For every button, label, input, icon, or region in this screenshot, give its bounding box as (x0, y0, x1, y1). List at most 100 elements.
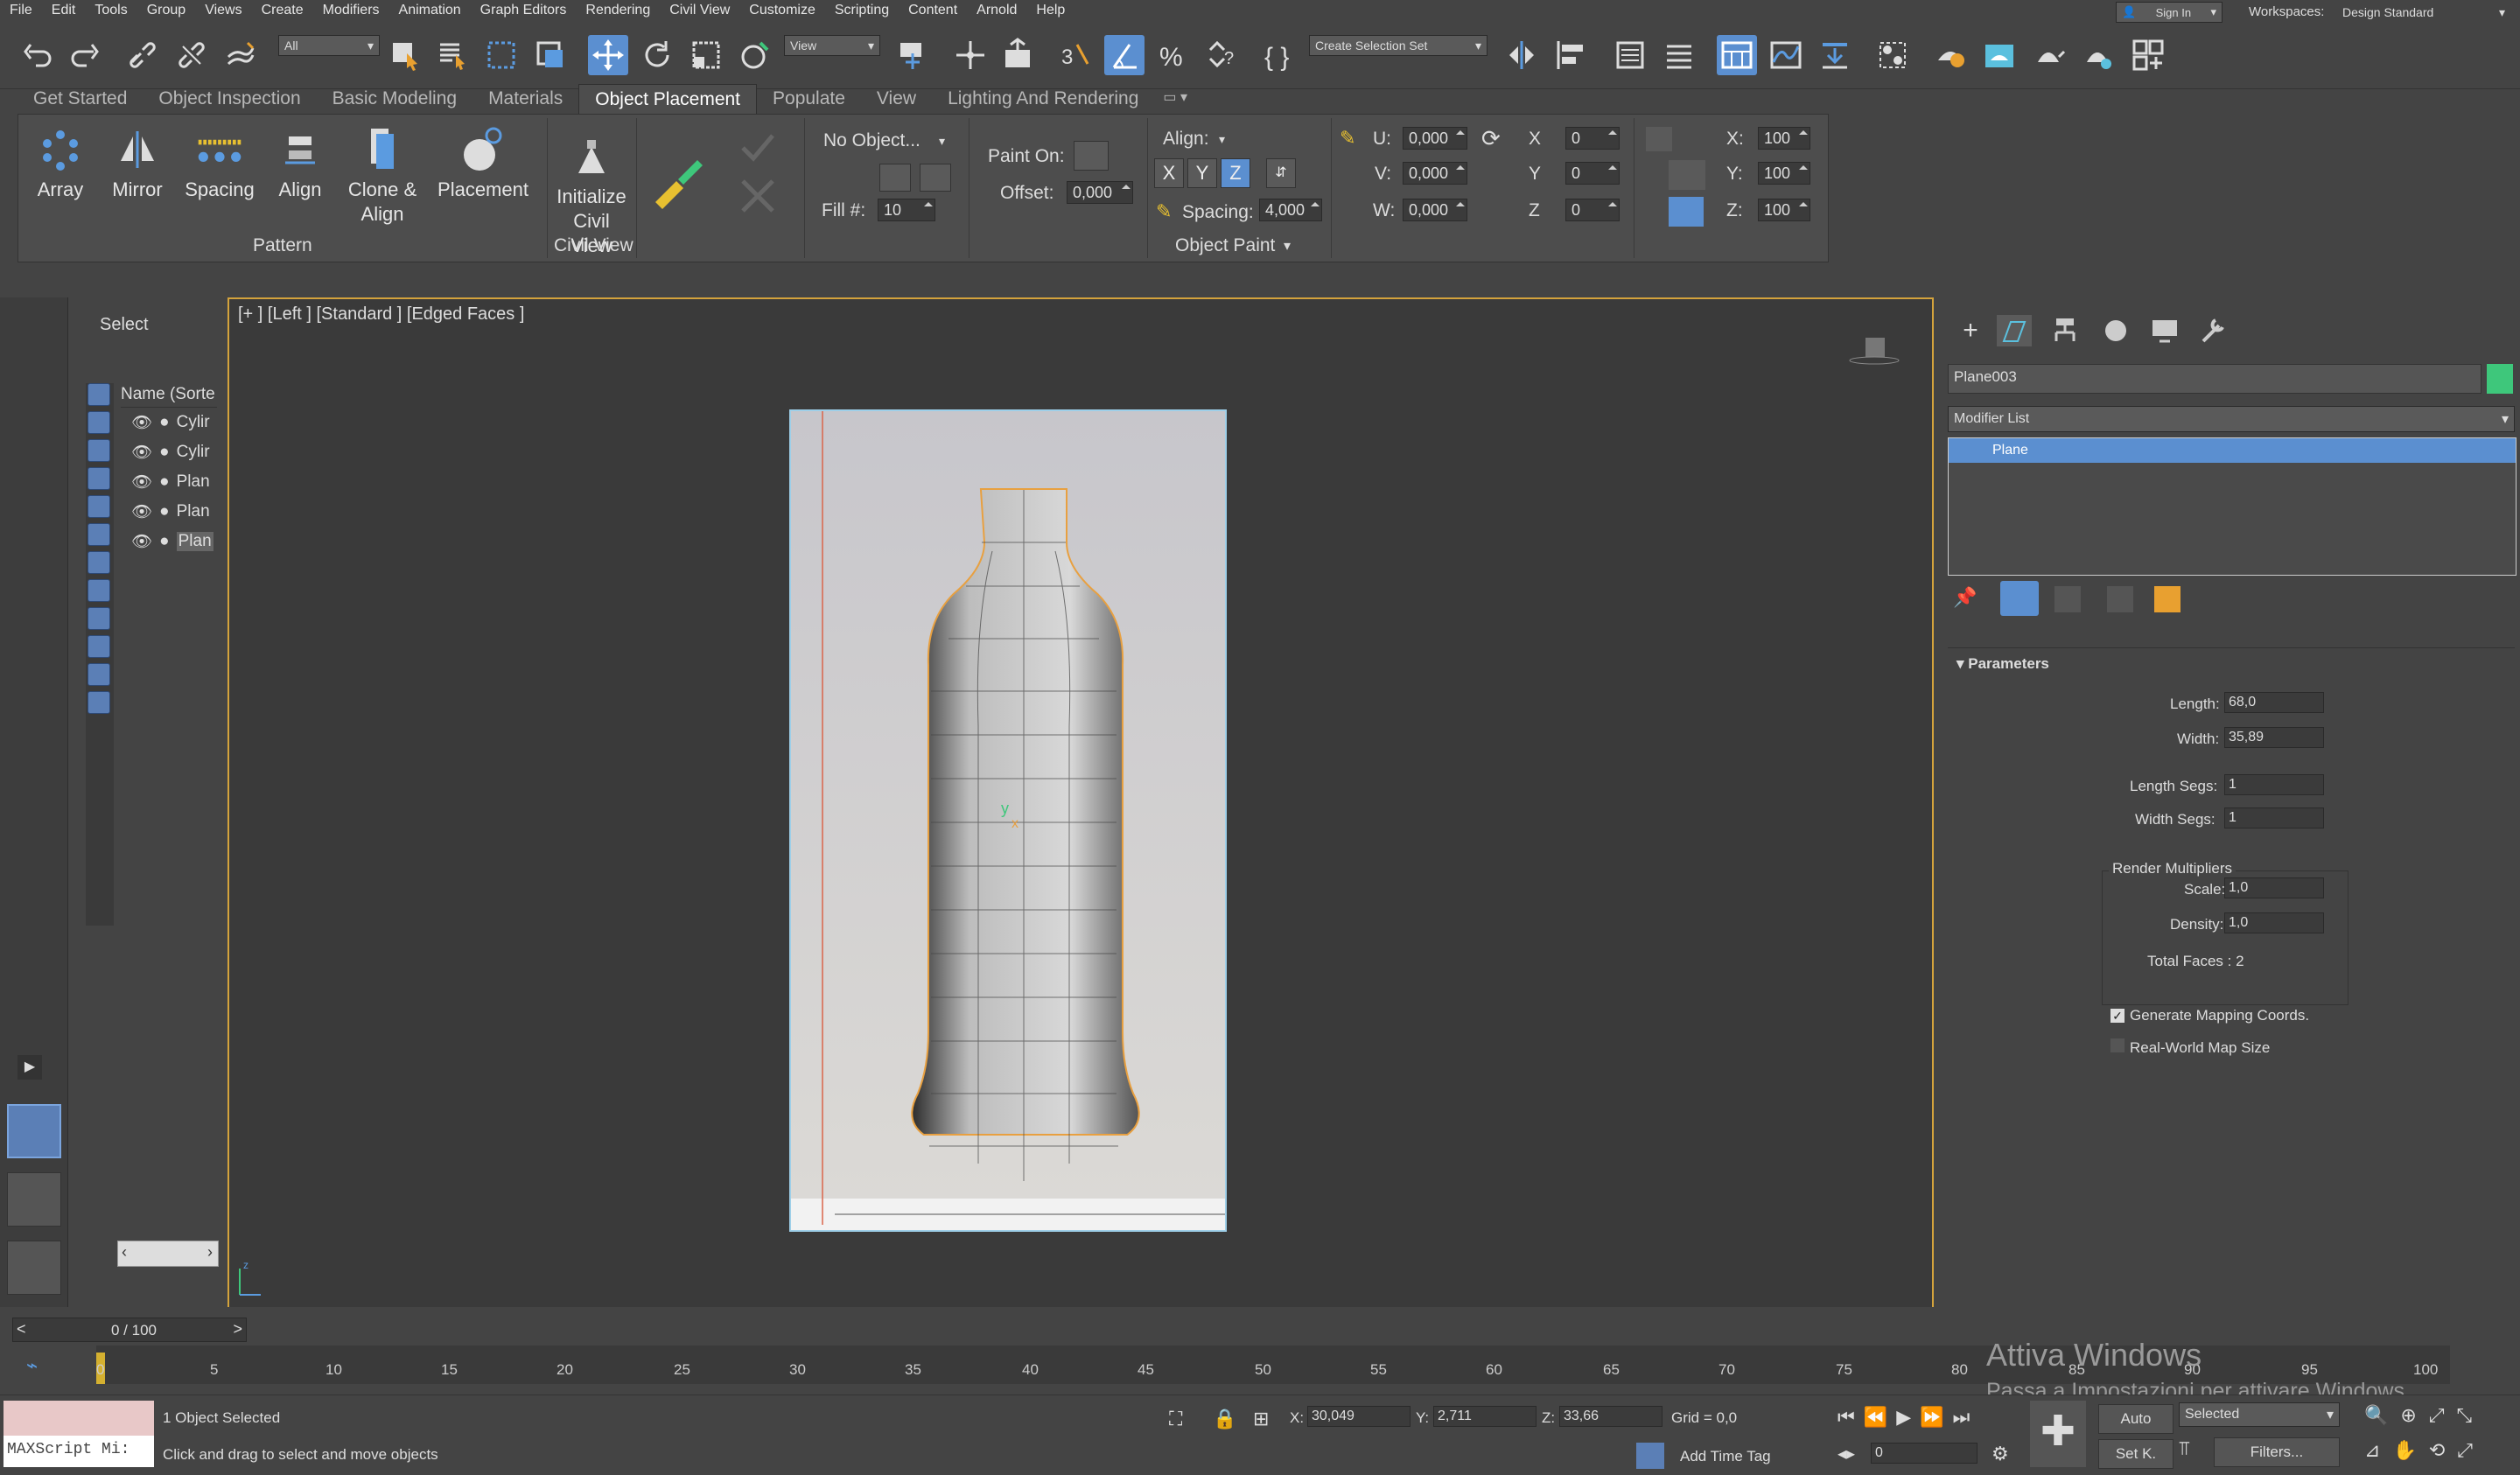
isolate-selection-icon[interactable]: ⛶ (1169, 1408, 1182, 1430)
length-segs-spinner[interactable]: 1 (2224, 774, 2324, 795)
align-ribbon-button[interactable]: Align (272, 125, 328, 202)
menu-rendering[interactable]: Rendering (576, 3, 660, 18)
named-selection-set-dropdown[interactable]: Create Selection Set ▾ (1309, 35, 1488, 56)
tab-get-started[interactable]: Get Started (18, 84, 143, 114)
eye-icon[interactable]: 👁 (131, 472, 152, 493)
display-groups-icon[interactable] (88, 551, 110, 574)
scale-uniform-button[interactable] (1669, 197, 1704, 227)
edit-named-selection-button[interactable]: { } (1260, 35, 1300, 75)
scale-y-spinner[interactable]: 100 (1758, 162, 1810, 185)
length-spinner[interactable]: 68,0 (2224, 692, 2324, 713)
rotate-button[interactable] (637, 35, 677, 75)
menu-views[interactable]: Views (195, 3, 251, 18)
select-manipulate-button[interactable] (950, 35, 990, 75)
menu-civil-view[interactable]: Civil View (660, 3, 739, 18)
scene-row[interactable]: 👁 ● Plan (131, 469, 210, 495)
parameters-rollout-header[interactable]: ▾ Parameters (1956, 655, 2049, 673)
y-coord-field[interactable]: 2,711 (1433, 1406, 1536, 1427)
scene-select-menu[interactable]: Select (100, 315, 149, 335)
tab-populate[interactable]: Populate (757, 84, 861, 114)
scene-horizontal-scrollbar[interactable]: ‹ › (117, 1241, 219, 1267)
field-of-view-icon[interactable]: ⊿ (2364, 1439, 2392, 1461)
key-mode-icon[interactable]: ◂▸ (1838, 1443, 1855, 1465)
eye-icon[interactable]: 👁 (131, 442, 152, 463)
x-coord-field[interactable]: 30,049 (1307, 1406, 1410, 1427)
scene-explorer-toggle[interactable] (1610, 35, 1650, 75)
play-icon[interactable]: ▶ (1896, 1406, 1920, 1428)
display-containers-icon[interactable] (88, 635, 110, 658)
display-lights-icon[interactable] (88, 439, 110, 462)
ribbon-toggle[interactable] (1717, 35, 1757, 75)
bind-spacewarp-button[interactable] (220, 35, 261, 75)
move-button[interactable] (588, 35, 628, 75)
percent-snap-button[interactable]: % (1153, 35, 1194, 75)
menu-graph-editors[interactable]: Graph Editors (471, 3, 577, 18)
absolute-mode-icon[interactable]: ⊞ (1253, 1408, 1269, 1430)
placement-button[interactable]: Placement (435, 125, 531, 202)
orbit-icon[interactable]: ⟲ (2429, 1439, 2457, 1461)
key-filters-toggle-icon[interactable]: ⫪ (2179, 1437, 2189, 1460)
undo-button[interactable] (18, 35, 58, 75)
reference-image-plane[interactable]: y x (789, 409, 1227, 1232)
scale-distribute-dropdown[interactable] (1669, 160, 1705, 190)
prev-frame-icon[interactable]: ⏪ (1864, 1406, 1896, 1428)
select-object-button[interactable] (385, 35, 425, 75)
maxscript-listener-top[interactable] (4, 1401, 154, 1436)
select-by-name-button[interactable] (432, 35, 472, 75)
pan-hand-icon[interactable]: ✋ (2392, 1439, 2428, 1461)
add-time-tag-button[interactable]: Add Time Tag (1680, 1448, 1771, 1465)
modifier-list-dropdown[interactable]: Modifier List ▾ (1948, 406, 2515, 432)
arnold-button[interactable] (2128, 35, 2168, 75)
w-spinner[interactable]: 0,000 (1403, 199, 1467, 221)
display-spacewarps-icon[interactable] (88, 523, 110, 546)
workspace-dropdown[interactable]: Design Standard ▾ (2336, 2, 2511, 23)
scale-z-spinner[interactable]: 100 (1758, 199, 1810, 221)
time-slider-next[interactable]: > (233, 1320, 242, 1339)
current-frame-field[interactable]: 0 (1871, 1443, 1978, 1464)
align-y-button[interactable]: Y (1187, 158, 1217, 188)
paint-on-dropdown[interactable] (1074, 141, 1109, 171)
display-helpers-icon[interactable] (88, 495, 110, 518)
eye-icon[interactable]: 👁 (131, 501, 152, 522)
menu-file[interactable]: File (0, 3, 42, 18)
density-spinner[interactable]: 1,0 (2224, 912, 2324, 933)
key-filters-button[interactable]: Filters... (2214, 1437, 2340, 1467)
scene-row[interactable]: 👁 ● Cylir (131, 409, 210, 436)
selection-lock-icon[interactable]: 🔒 (1213, 1408, 1236, 1430)
menu-group[interactable]: Group (137, 3, 195, 18)
go-to-start-icon[interactable]: ⏮ (1838, 1406, 1864, 1428)
curve-editor-button[interactable] (1766, 35, 1806, 75)
zoom-icon[interactable]: 🔍 (2364, 1404, 2400, 1426)
maxscript-listener-input[interactable]: MAXScript Mi: (4, 1436, 154, 1467)
rect-selection-button[interactable] (481, 35, 522, 75)
time-slider[interactable]: < 0 / 100 > (12, 1318, 247, 1342)
expand-strip-button[interactable]: ▶ (18, 1055, 42, 1080)
eye-icon[interactable]: 👁 (131, 531, 152, 552)
pick-object-button[interactable] (879, 164, 911, 192)
auto-key-button[interactable]: Auto (2098, 1404, 2174, 1434)
display-hidden-icon[interactable] (88, 691, 110, 714)
paint-spacing-spinner[interactable]: 4,000 (1259, 199, 1322, 221)
next-frame-icon[interactable]: ⏩ (1920, 1406, 1952, 1428)
keyboard-shortcut-button[interactable] (998, 35, 1038, 75)
tab-view[interactable]: View (861, 84, 932, 114)
place-button[interactable] (735, 35, 775, 75)
make-unique-icon[interactable] (2054, 586, 2081, 612)
reference-coord-dropdown[interactable]: View ▾ (784, 35, 880, 56)
show-end-result-button[interactable] (2000, 581, 2039, 616)
unlink-button[interactable] (172, 35, 212, 75)
render-cloud-button[interactable] (2077, 35, 2118, 75)
menu-edit[interactable]: Edit (42, 3, 86, 18)
scene-name-column-header[interactable]: Name (Sorte (121, 381, 217, 408)
real-world-map-checkbox[interactable]: Real-World Map Size (2110, 1038, 2270, 1057)
menu-scripting[interactable]: Scripting (825, 3, 899, 18)
menu-arnold[interactable]: Arnold (967, 3, 1026, 18)
rot-y-spinner[interactable]: 0 (1565, 162, 1620, 185)
window-crossing-button[interactable] (530, 35, 570, 75)
rendered-frame-window-button[interactable] (1979, 35, 2020, 75)
object-name-field[interactable]: Plane003 (1948, 364, 2482, 394)
display-geometry-icon[interactable] (88, 383, 110, 406)
layout-quad-button[interactable] (7, 1241, 61, 1295)
spacing-button[interactable]: Spacing (179, 125, 260, 202)
zoom-all-icon[interactable]: ⊕ (2400, 1404, 2428, 1426)
